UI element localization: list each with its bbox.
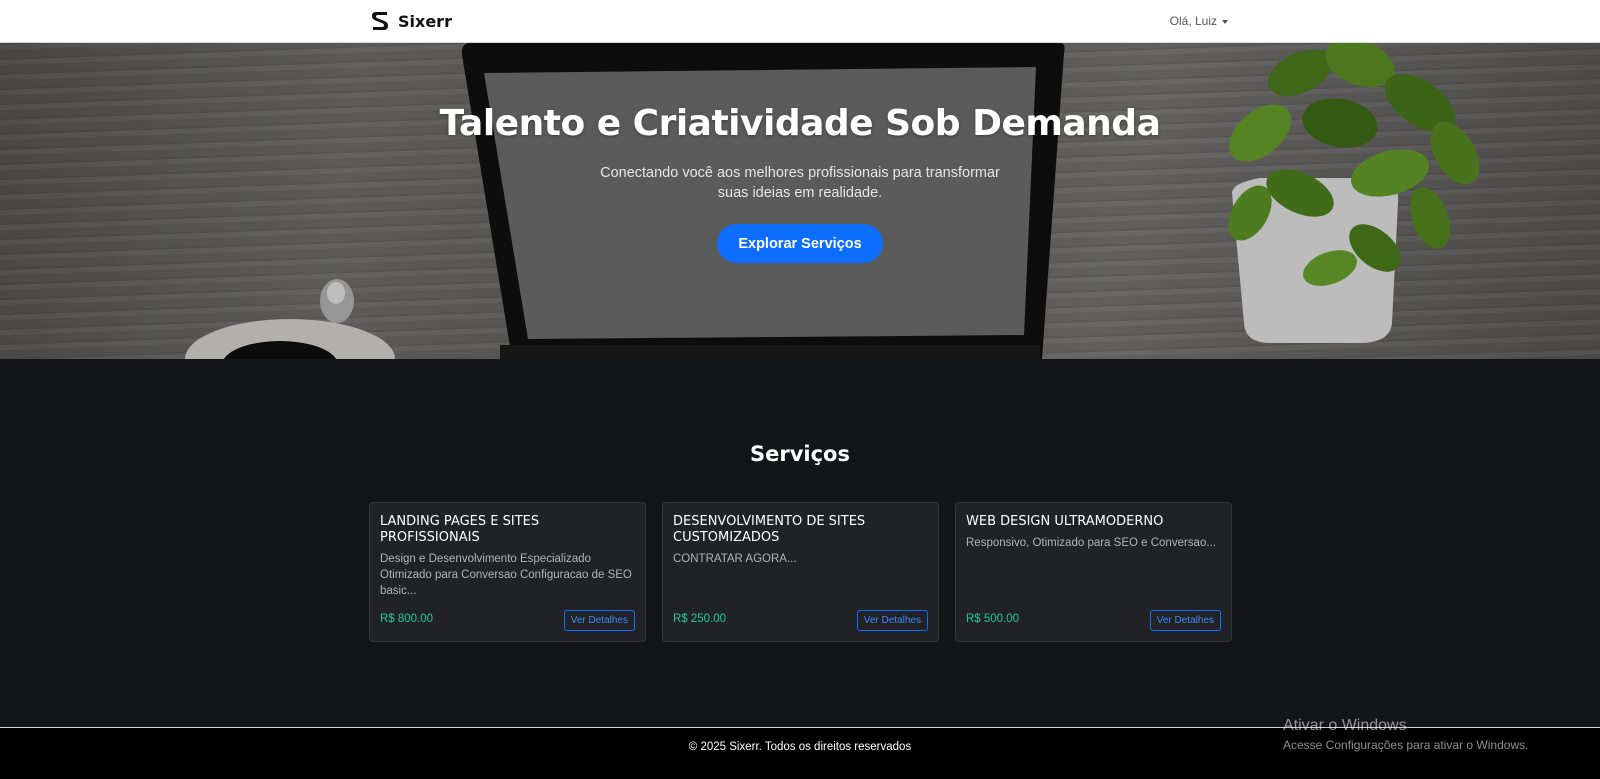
- service-card-description: Responsivo, Otimizado para SEO e Convers…: [966, 537, 1216, 549]
- caret-down-icon: [1222, 19, 1228, 24]
- sixerr-logo-icon: [372, 12, 388, 30]
- service-card: DESENVOLVIMENTO DE SITES CUSTOMIZADOS CO…: [662, 502, 939, 642]
- watermark-title: Ativar o Windows: [1283, 717, 1407, 734]
- service-card-price: R$ 500.00: [966, 613, 1020, 625]
- hero-banner: Talento e Criatividade Sob Demanda Conec…: [0, 43, 1600, 359]
- user-greeting: Olá, Luiz: [1169, 14, 1217, 28]
- service-card-price: R$ 800.00: [380, 613, 434, 625]
- watermark-subtitle: Acesse Configurações para ativar o Windo…: [1283, 738, 1529, 752]
- hero-title: Talento e Criatividade Sob Demanda: [439, 103, 1161, 144]
- services-heading: Serviços: [750, 442, 850, 466]
- hero-subtitle: Conectando você aos melhores profissiona…: [600, 165, 1000, 201]
- service-card: LANDING PAGES E SITES PROFISSIONAIS Desi…: [369, 502, 646, 642]
- brand-name: Sixerr: [398, 11, 452, 31]
- service-card-title: WEB DESIGN ULTRAMODERNO: [966, 514, 1164, 529]
- user-menu-dropdown[interactable]: Olá, Luiz: [1170, 14, 1228, 28]
- windows-activation-watermark: Ativar o Windows Acesse Configurações pa…: [1283, 717, 1528, 752]
- explore-services-button[interactable]: Explorar Serviços: [717, 224, 883, 263]
- view-details-button[interactable]: Ver Detalhes: [1149, 610, 1221, 631]
- hero-content: Talento e Criatividade Sob Demanda Conec…: [0, 43, 1600, 359]
- service-card-title: DESENVOLVIMENTO DE SITES CUSTOMIZADOS: [673, 514, 866, 545]
- service-card-title: LANDING PAGES E SITES PROFISSIONAIS: [380, 514, 540, 545]
- navbar: Sixerr Olá, Luiz: [0, 0, 1600, 43]
- brand-link[interactable]: Sixerr: [370, 10, 452, 32]
- service-card: WEB DESIGN ULTRAMODERNO Responsivo, Otim…: [955, 502, 1232, 642]
- service-card-price: R$ 250.00: [673, 613, 727, 625]
- service-card-description: CONTRATAR AGORA...: [673, 553, 797, 565]
- view-details-button[interactable]: Ver Detalhes: [856, 610, 928, 631]
- service-card-description: Design e Desenvolvimento Especializado O…: [380, 553, 632, 597]
- view-details-button[interactable]: Ver Detalhes: [563, 610, 635, 631]
